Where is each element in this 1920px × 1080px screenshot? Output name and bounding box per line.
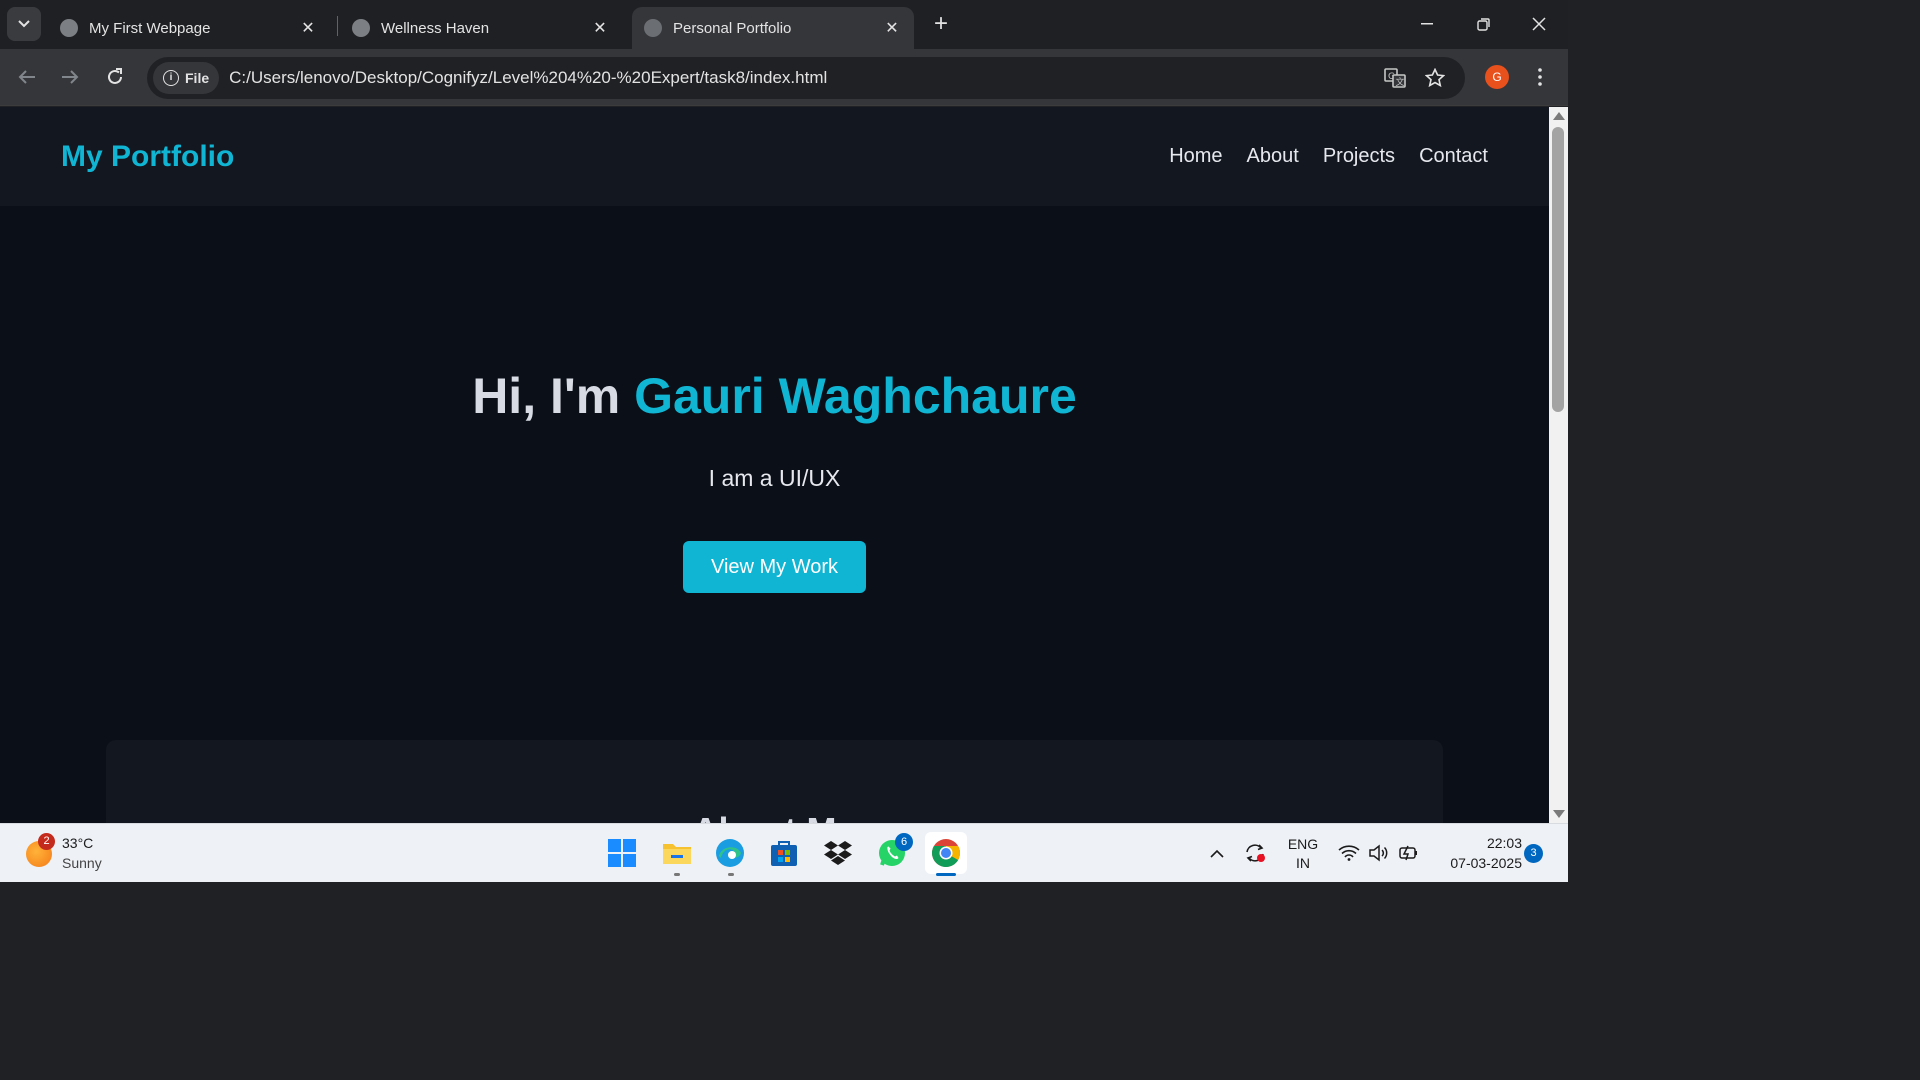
tab-strip: My First Webpage ✕ Wellness Haven ✕ Pers… xyxy=(0,0,1568,49)
chip-label: File xyxy=(185,70,210,86)
reload-button[interactable] xyxy=(99,61,131,93)
hero-name: Gauri Waghchaure xyxy=(634,368,1077,424)
nav-link-home[interactable]: Home xyxy=(1169,145,1222,168)
svg-text:文: 文 xyxy=(1396,76,1405,88)
app-running-indicator xyxy=(674,873,680,876)
clock-time[interactable]: 22:03 xyxy=(1432,835,1522,851)
tab-my-first-webpage[interactable]: My First Webpage ✕ xyxy=(48,7,330,49)
reload-icon xyxy=(108,68,122,84)
restore-icon xyxy=(1476,17,1490,31)
close-icon xyxy=(1532,17,1546,31)
store-button[interactable] xyxy=(766,835,802,871)
site-brand[interactable]: My Portfolio xyxy=(61,140,234,174)
tab-title: Wellness Haven xyxy=(381,19,490,37)
back-button[interactable] xyxy=(11,61,43,93)
close-icon[interactable]: ✕ xyxy=(882,18,902,38)
wifi-button[interactable] xyxy=(1334,835,1364,871)
page-scrollbar[interactable] xyxy=(1549,107,1568,823)
menu-button[interactable] xyxy=(1528,63,1552,91)
forward-button[interactable] xyxy=(54,61,86,93)
new-tab-button[interactable]: + xyxy=(928,12,954,38)
tab-search-button[interactable] xyxy=(7,7,41,41)
more-vertical-icon xyxy=(1538,68,1542,86)
battery-charging-icon xyxy=(1399,845,1417,861)
language-region[interactable]: IN xyxy=(1283,855,1323,871)
url-text[interactable]: C:/Users/lenovo/Desktop/Cognifyz/Level%2… xyxy=(229,68,827,88)
globe-icon xyxy=(60,19,78,37)
about-title: About Me xyxy=(106,810,1443,823)
translate-icon: G文 xyxy=(1384,68,1406,88)
store-icon xyxy=(771,841,797,866)
file-explorer-button[interactable] xyxy=(659,835,695,871)
notification-badge[interactable]: 3 xyxy=(1524,844,1543,863)
taskbar: 2 33°C Sunny 6 ENG IN 22:03 07-03-2025 3 xyxy=(0,823,1568,882)
hero-title: Hi, I'm Gauri Waghchaure xyxy=(0,367,1549,425)
globe-icon xyxy=(644,19,662,37)
speaker-icon xyxy=(1369,844,1388,862)
close-icon[interactable]: ✕ xyxy=(298,18,318,38)
weather-temperature[interactable]: 33°C xyxy=(62,835,93,851)
weather-condition[interactable]: Sunny xyxy=(62,855,102,871)
site-nav: Home About Projects Contact xyxy=(1169,145,1488,168)
restore-button[interactable] xyxy=(1465,10,1501,38)
sync-status-button[interactable] xyxy=(1238,835,1272,871)
edge-icon xyxy=(716,839,744,867)
page-viewport: My Portfolio Home About Projects Contact… xyxy=(0,107,1549,823)
scroll-thumb[interactable] xyxy=(1552,127,1564,412)
minimize-icon xyxy=(1421,23,1433,25)
bookmark-button[interactable] xyxy=(1421,64,1449,92)
scroll-down-arrow[interactable] xyxy=(1553,810,1565,818)
chrome-button[interactable] xyxy=(925,832,967,874)
tab-title: My First Webpage xyxy=(89,19,211,37)
sync-icon xyxy=(1246,844,1265,862)
globe-icon xyxy=(352,19,370,37)
view-my-work-button[interactable]: View My Work xyxy=(683,541,866,593)
volume-button[interactable] xyxy=(1364,835,1394,871)
browser-toolbar: i File C:/Users/lenovo/Desktop/Cognifyz/… xyxy=(0,49,1568,106)
site-info-chip[interactable]: i File xyxy=(153,62,220,94)
arrow-left-icon xyxy=(18,70,35,84)
dropbox-button[interactable] xyxy=(820,835,856,871)
clock-date[interactable]: 07-03-2025 xyxy=(1432,855,1522,871)
tab-title: Personal Portfolio xyxy=(673,19,792,37)
tab-separator xyxy=(337,16,338,36)
battery-button[interactable] xyxy=(1394,835,1424,871)
app-running-indicator xyxy=(728,873,734,876)
close-window-button[interactable] xyxy=(1521,10,1557,38)
start-button[interactable] xyxy=(604,835,640,871)
translate-button[interactable]: G文 xyxy=(1381,64,1409,92)
tab-personal-portfolio[interactable]: Personal Portfolio ✕ xyxy=(632,7,914,49)
wifi-icon xyxy=(1338,845,1360,861)
chevron-down-icon xyxy=(18,20,30,28)
nav-link-contact[interactable]: Contact xyxy=(1419,145,1488,168)
chevron-up-icon xyxy=(1210,849,1224,858)
profile-avatar[interactable]: G xyxy=(1485,65,1509,89)
hero-prefix: Hi, I'm xyxy=(472,368,635,424)
hero-subtitle: I am a UI/UX xyxy=(708,465,841,491)
windows-logo-icon xyxy=(608,839,636,867)
arrow-right-icon xyxy=(62,70,79,84)
info-icon: i xyxy=(163,70,179,86)
site-header: My Portfolio Home About Projects Contact xyxy=(0,107,1549,206)
show-hidden-icons-button[interactable] xyxy=(1200,835,1234,871)
about-section: About Me xyxy=(106,740,1443,823)
dropbox-icon xyxy=(824,841,852,865)
star-icon xyxy=(1425,68,1445,88)
minimize-button[interactable] xyxy=(1409,10,1445,38)
nav-link-projects[interactable]: Projects xyxy=(1323,145,1395,168)
edge-button[interactable] xyxy=(712,835,748,871)
app-active-indicator xyxy=(936,873,956,876)
address-bar[interactable]: i File C:/Users/lenovo/Desktop/Cognifyz/… xyxy=(147,57,1465,99)
whatsapp-badge: 6 xyxy=(895,833,913,851)
chrome-icon xyxy=(932,839,960,867)
weather-badge: 2 xyxy=(38,833,55,850)
folder-icon xyxy=(663,844,691,864)
nav-link-about[interactable]: About xyxy=(1247,145,1299,168)
scroll-up-arrow[interactable] xyxy=(1553,112,1565,120)
close-icon[interactable]: ✕ xyxy=(590,18,610,38)
language-code[interactable]: ENG xyxy=(1283,836,1323,852)
tab-wellness-haven[interactable]: Wellness Haven ✕ xyxy=(340,7,622,49)
